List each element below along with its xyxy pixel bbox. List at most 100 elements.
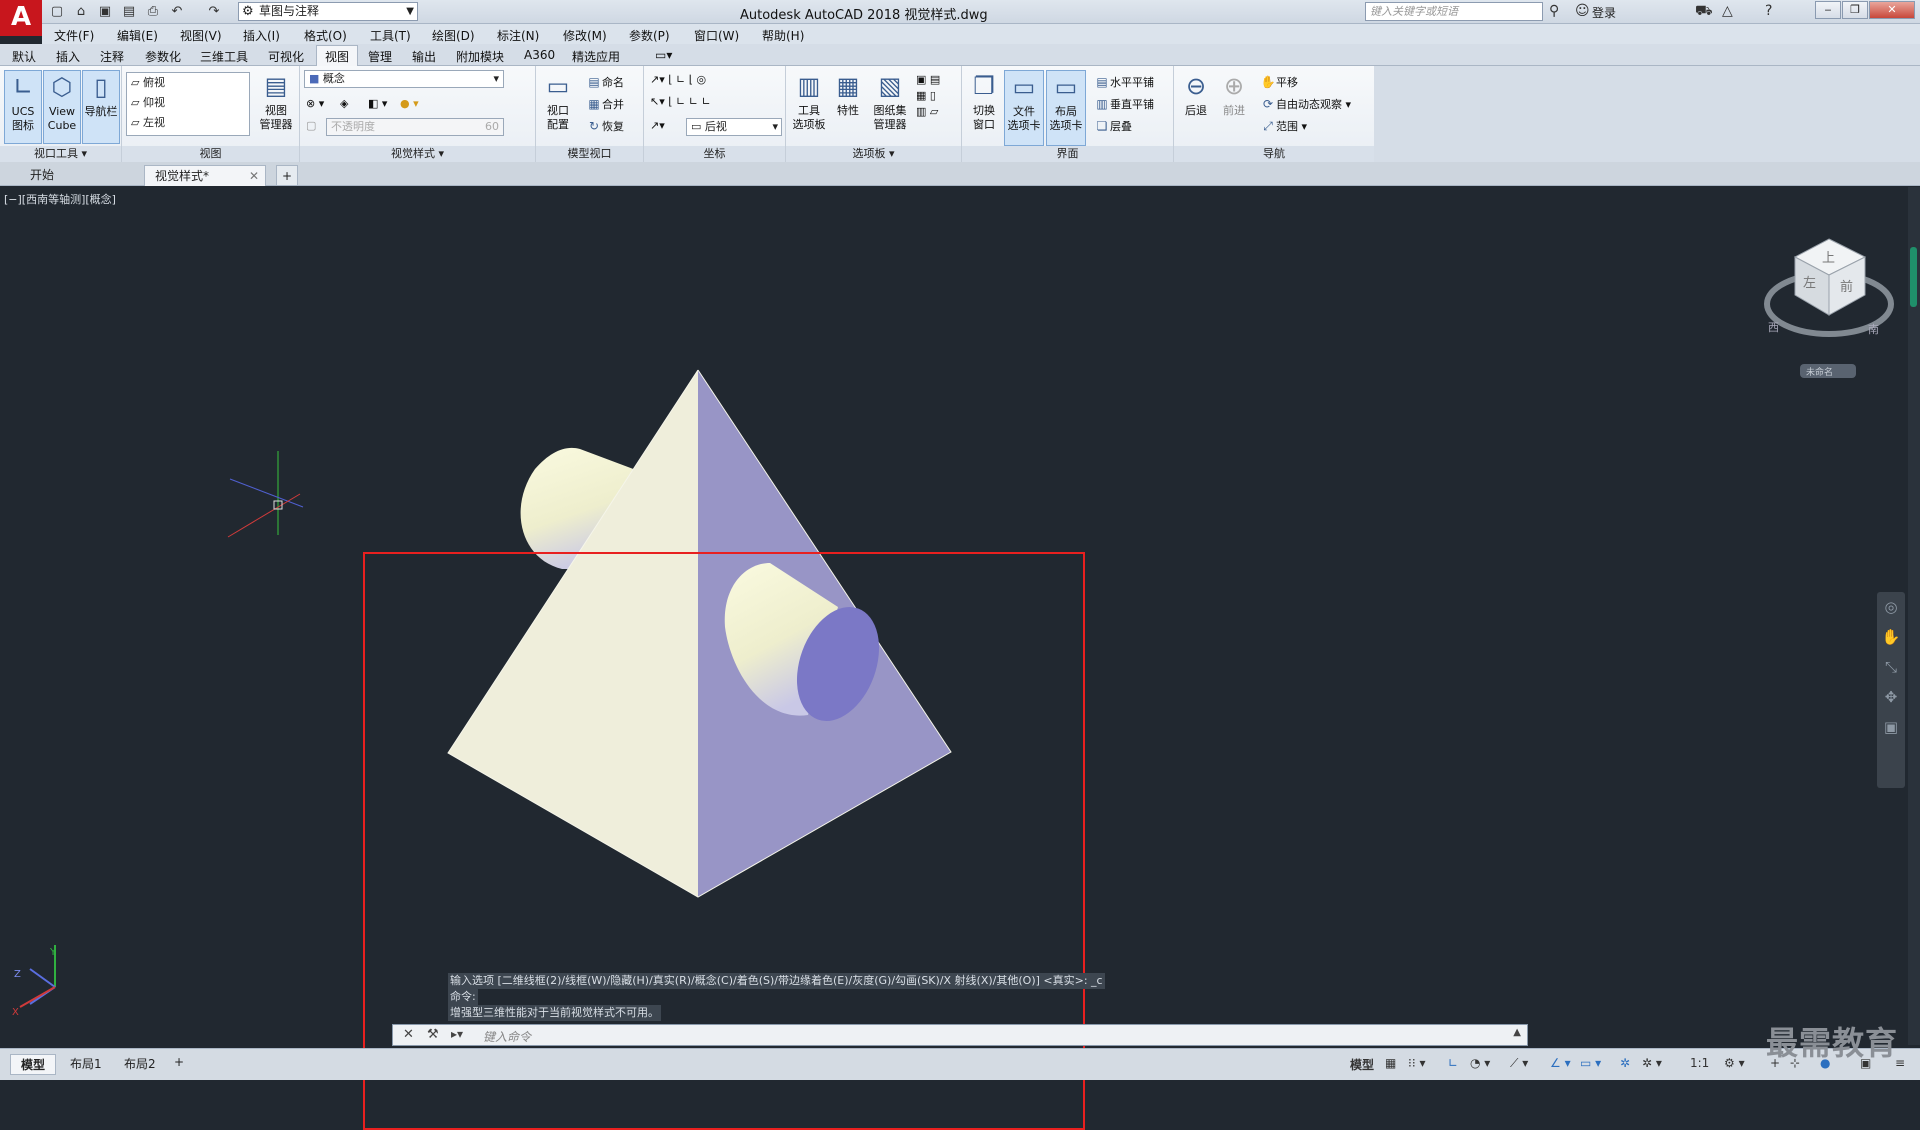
pan-button[interactable]: ✋平移: [1260, 74, 1298, 91]
ucs-origin-icon[interactable]: ↖▾ ⌊ ∟ ∟ ∟: [650, 94, 711, 110]
close-tab-icon[interactable]: ✕: [249, 166, 259, 186]
ucs-3point-icon[interactable]: ↗▾: [650, 118, 665, 134]
tab-addins[interactable]: 附加模块: [456, 48, 504, 65]
osnap-icon[interactable]: ⟋ ▾: [1510, 1056, 1528, 1071]
navigation-bar[interactable]: ◎ ✋ ⤡ ✥ ▣: [1877, 592, 1905, 788]
view-item-left[interactable]: ▱ 左视: [127, 113, 249, 133]
save-icon[interactable]: ▣: [96, 3, 114, 20]
close-button[interactable]: ✕: [1869, 1, 1915, 19]
grid-icon[interactable]: ▦: [1385, 1056, 1396, 1070]
face-style-icon[interactable]: ◈: [340, 96, 348, 112]
tab-featured-apps[interactable]: 精选应用: [572, 48, 620, 65]
menu-tools[interactable]: 工具(T): [370, 27, 411, 44]
edge-style-icon[interactable]: ⊗ ▾: [306, 96, 324, 112]
panel-title[interactable]: 选项板 ▾: [786, 146, 961, 162]
tile-horizontal-button[interactable]: ▤ 水平平铺: [1094, 74, 1154, 91]
redo-icon[interactable]: ↷: [205, 3, 223, 20]
tab-visualize[interactable]: 可视化: [268, 48, 304, 65]
polar-icon[interactable]: ◔ ▾: [1470, 1056, 1490, 1070]
annotation-scale-value[interactable]: 1:1: [1690, 1056, 1709, 1070]
view-item-top[interactable]: ▱ 俯视: [127, 73, 249, 93]
tab-annotate[interactable]: 注释: [100, 48, 124, 65]
restore-viewports-button[interactable]: ↻ 恢复: [586, 118, 624, 135]
tile-vertical-button[interactable]: ▥ 垂直平铺: [1094, 96, 1154, 113]
visual-style-dropdown[interactable]: ■ 概念 ▾: [304, 70, 504, 88]
menu-window[interactable]: 窗口(W): [694, 27, 739, 44]
view-item-bottom[interactable]: ▱ 仰视: [127, 93, 249, 113]
navbar-button[interactable]: ▯ 导航栏: [82, 70, 120, 144]
tab-layout2[interactable]: 布局2: [114, 1054, 166, 1073]
new-file-icon[interactable]: ▢: [48, 3, 66, 20]
tab-a360[interactable]: A360: [524, 48, 555, 62]
menu-view[interactable]: 视图(V): [180, 27, 222, 44]
add-layout-button[interactable]: +: [170, 1054, 188, 1070]
named-viewports-button[interactable]: ▤ 命名: [586, 74, 624, 91]
tab-current-drawing[interactable]: 视觉样式* ✕: [144, 165, 266, 186]
ortho-icon[interactable]: ∟: [1448, 1056, 1458, 1070]
drawing-viewport[interactable]: [−][西南等轴测][概念] Y Z X 上 前 左 西 南 未命名 ◎ ✋ ⤡…: [0, 187, 1908, 1130]
vertical-scrollbar[interactable]: [1908, 187, 1920, 1045]
cart-icon[interactable]: ⛟: [1695, 3, 1713, 21]
maximize-button[interactable]: ❐: [1842, 1, 1868, 19]
dynucs-icon[interactable]: ▭ ▾: [1580, 1056, 1601, 1070]
panel-title[interactable]: 视觉样式 ▾: [300, 146, 535, 162]
close-icon[interactable]: ✕: [403, 1027, 414, 1042]
viewport-config-button[interactable]: ▭ 视口 配置: [540, 70, 576, 132]
tab-3dtools[interactable]: 三维工具: [200, 48, 248, 65]
search-input[interactable]: 键入关键字或短语: [1365, 2, 1543, 21]
command-line[interactable]: ✕ ⚒ ▸▾ 键入命令 ▲: [392, 1024, 1528, 1046]
ucs-icon-button[interactable]: ∟ UCS 图标: [4, 70, 42, 144]
properties-button[interactable]: ▦ 特性: [830, 70, 866, 118]
menu-insert[interactable]: 插入(I): [243, 27, 280, 44]
tab-start[interactable]: 开始: [20, 165, 142, 186]
login-button[interactable]: 登录: [1592, 4, 1616, 21]
tab-layout1[interactable]: 布局1: [60, 1054, 112, 1073]
cascade-button[interactable]: ❏ 层叠: [1094, 118, 1132, 135]
command-prompt-icon[interactable]: ▸▾: [451, 1027, 463, 1041]
view-manager-button[interactable]: ▤ 视图 管理器: [256, 70, 296, 132]
viewcube-button[interactable]: ⬡ View Cube: [43, 70, 81, 144]
workspace-dropdown[interactable]: ⚙ 草图与注释 ▼: [238, 2, 418, 21]
opacity-slider[interactable]: 不透明度 60: [326, 118, 504, 136]
menu-modify[interactable]: 修改(M): [563, 27, 607, 44]
xray-icon[interactable]: ▢: [306, 118, 316, 134]
menu-draw[interactable]: 绘图(D): [432, 27, 475, 44]
ribbon-toggle-icon[interactable]: ▭▾: [655, 48, 672, 62]
menu-file[interactable]: 文件(F): [54, 27, 94, 44]
zoom-extents-button[interactable]: ⤢ 范围 ▾: [1260, 118, 1307, 135]
view-list[interactable]: ▱ 俯视 ▱ 仰视 ▱ 左视: [126, 72, 250, 136]
wrench-icon[interactable]: ⚒: [427, 1027, 439, 1042]
minimize-button[interactable]: ‒: [1815, 1, 1841, 19]
menu-dimension[interactable]: 标注(N): [497, 27, 539, 44]
open-file-icon[interactable]: ⌂: [72, 3, 90, 20]
free-orbit-button[interactable]: ⟳ 自由动态观察 ▾: [1260, 96, 1351, 113]
binoculars-icon[interactable]: ⚲: [1549, 3, 1559, 19]
forward-button[interactable]: ⊕ 前进: [1216, 70, 1252, 118]
tab-model[interactable]: 模型: [10, 1054, 57, 1075]
save-as-icon[interactable]: ▤: [120, 3, 138, 20]
help-icon[interactable]: ?: [1765, 3, 1772, 19]
menu-edit[interactable]: 编辑(E): [117, 27, 158, 44]
switch-windows-button[interactable]: ❐ 切换 窗口: [966, 70, 1002, 132]
app-logo-button[interactable]: A: [0, 0, 42, 36]
file-tabs-button[interactable]: ▭ 文件 选项卡: [1004, 70, 1044, 146]
ucs-world-icon[interactable]: ↗▾ ⌊ ∟ ⌊ ◎: [650, 72, 706, 88]
viewcube[interactable]: 上 前 左 西 南 未命名: [1764, 238, 1894, 378]
tab-parametric[interactable]: 参数化: [145, 48, 181, 65]
print-icon[interactable]: ⎙: [144, 3, 162, 20]
sheetset-manager-button[interactable]: ▧ 图纸集 管理器: [868, 70, 912, 132]
annotation-scale-icon[interactable]: ✲ ▾: [1642, 1056, 1662, 1070]
layout-tabs-button[interactable]: ▭ 布局 选项卡: [1046, 70, 1086, 146]
tab-default[interactable]: 默认: [12, 48, 36, 65]
menu-help[interactable]: 帮助(H): [762, 27, 804, 44]
otrack-icon[interactable]: ∠ ▾: [1550, 1056, 1571, 1070]
scroll-thumb[interactable]: [1910, 247, 1917, 307]
showmotion-icon[interactable]: ▣: [1877, 712, 1905, 742]
new-tab-button[interactable]: +: [276, 165, 298, 186]
tab-output[interactable]: 输出: [412, 48, 436, 65]
tab-insert[interactable]: 插入: [56, 48, 80, 65]
tool-palettes-button[interactable]: ▥ 工具 选项板: [790, 70, 828, 132]
join-viewports-button[interactable]: ▦ 合并: [586, 96, 624, 113]
pan-icon[interactable]: ✋: [1877, 622, 1905, 652]
panel-title[interactable]: 视口工具 ▾: [0, 146, 121, 162]
